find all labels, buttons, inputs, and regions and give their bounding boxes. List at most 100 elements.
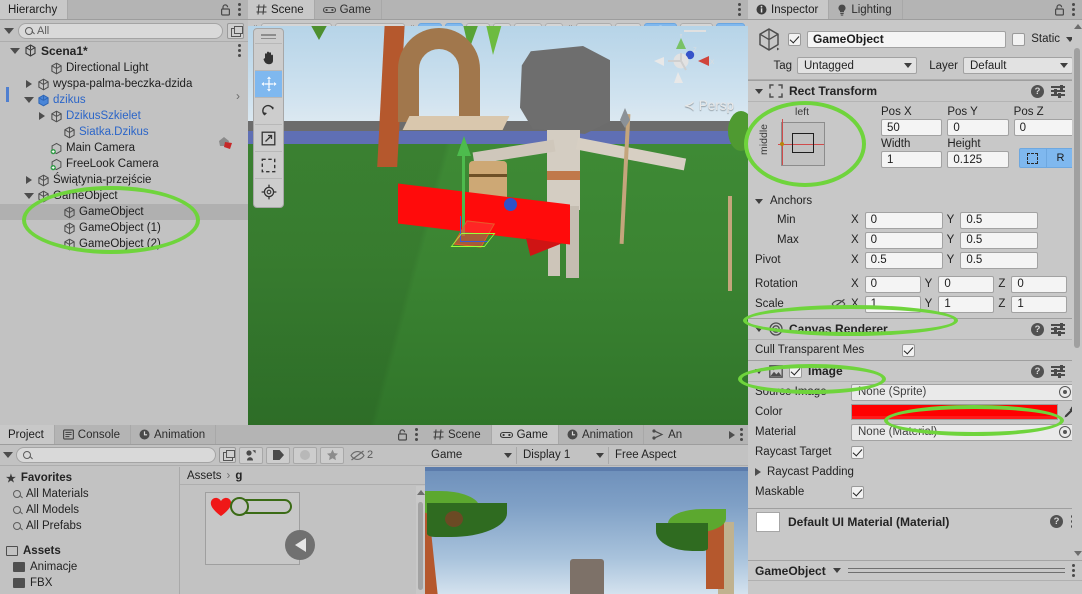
- anchor-preset-widget[interactable]: left middle: [755, 106, 873, 192]
- perspective-label[interactable]: ≺ Persp: [684, 98, 734, 114]
- layer-dropdown[interactable]: Default: [963, 57, 1073, 74]
- scene-orientation-gizmo[interactable]: Y Z X: [648, 34, 718, 96]
- pos-z-field[interactable]: 0: [1013, 119, 1075, 136]
- material-field[interactable]: None (Material): [851, 423, 1075, 441]
- anchor-min-y-field[interactable]: 0.5: [960, 211, 1039, 229]
- raw-edit-button[interactable]: R: [1046, 148, 1075, 168]
- twirl-icon[interactable]: [23, 97, 34, 103]
- image-enabled-checkbox[interactable]: [789, 364, 802, 378]
- scene-viewport[interactable]: Y Z X ≺ Persp: [248, 26, 748, 425]
- constrain-proportions-icon[interactable]: [831, 298, 847, 310]
- game-target-dropdown[interactable]: Game: [425, 446, 517, 464]
- open-window-icon[interactable]: [219, 447, 236, 463]
- rot-y-field[interactable]: 0: [938, 275, 995, 293]
- asset-scroll-thumb[interactable]: [418, 502, 423, 590]
- gameobject-enabled-checkbox[interactable]: [788, 32, 801, 46]
- project-tree-item-all-materials[interactable]: All Materials: [0, 486, 179, 502]
- breadcrumb-assets[interactable]: Assets: [187, 470, 222, 482]
- help-icon[interactable]: ?: [1031, 84, 1044, 98]
- dzikus-expand-chevron-icon[interactable]: ›: [236, 89, 240, 103]
- hierarchy-menu-icon[interactable]: [238, 3, 241, 16]
- cull-transparent-mesh-checkbox[interactable]: [902, 343, 915, 357]
- move-tool[interactable]: [255, 70, 282, 97]
- twirl-icon[interactable]: [23, 80, 34, 88]
- scene-twirl-icon[interactable]: [10, 47, 20, 54]
- rotate-tool[interactable]: [255, 97, 282, 124]
- tab-animation-2[interactable]: Animation: [559, 425, 645, 444]
- preset-icon[interactable]: [1051, 364, 1065, 378]
- help-icon[interactable]: ?: [1050, 515, 1063, 528]
- tab-scene-2[interactable]: Scene: [425, 425, 492, 444]
- tab-inspector[interactable]: Inspector: [748, 0, 830, 19]
- tab-animation[interactable]: Animation: [131, 425, 217, 444]
- pivot-x-field[interactable]: 0.5: [864, 251, 943, 269]
- project-tree-item-all-prefabs[interactable]: All Prefabs: [0, 518, 179, 534]
- favorites-filter-button[interactable]: [320, 446, 344, 464]
- asset-grid-scrollbar[interactable]: [416, 486, 425, 594]
- project-tree-item-animacje[interactable]: Animacje: [0, 559, 179, 575]
- scene-menu-icon[interactable]: [738, 3, 741, 16]
- twirl-icon[interactable]: [23, 176, 34, 184]
- anchor-max-x-field[interactable]: 0: [864, 231, 943, 249]
- hierarchy-item-dzikusszkielet[interactable]: DzikusSzkielet: [0, 108, 248, 124]
- lock-icon[interactable]: [220, 3, 231, 16]
- open-window-icon[interactable]: [227, 22, 244, 39]
- scroll-down-icon[interactable]: [1074, 551, 1082, 556]
- scroll-up-icon[interactable]: [417, 490, 425, 495]
- project-tree-item-favorites[interactable]: ★ Favorites: [0, 470, 179, 486]
- scale-y-field[interactable]: 1: [938, 295, 995, 313]
- tab-project[interactable]: Project: [0, 425, 55, 444]
- pos-y-field[interactable]: 0: [947, 119, 1009, 136]
- twirl-icon[interactable]: [36, 112, 47, 120]
- tab-animator[interactable]: An: [644, 425, 684, 444]
- maskable-checkbox[interactable]: [851, 485, 864, 499]
- hierarchy-item-gameobject[interactable]: GameObject: [0, 188, 248, 204]
- canvas-renderer-header[interactable]: Canvas Renderer ?: [748, 318, 1082, 340]
- gizmo-drag-handle[interactable]: [684, 30, 706, 32]
- hierarchy-item-wi-tynia-przej-cie[interactable]: Świątynia-przejście: [0, 172, 248, 188]
- rot-x-field[interactable]: 0: [864, 275, 921, 293]
- project-search-input[interactable]: [16, 447, 216, 463]
- image-component-header[interactable]: Image ?: [748, 360, 1082, 382]
- tab-console[interactable]: Console: [55, 425, 131, 444]
- object-picker-icon[interactable]: [1059, 386, 1071, 398]
- tab-game[interactable]: Game: [315, 0, 382, 19]
- lock-icon[interactable]: [1054, 3, 1065, 16]
- tab-scene[interactable]: Scene: [248, 0, 315, 19]
- tab-game-2[interactable]: Game: [491, 425, 559, 444]
- scroll-up-icon[interactable]: [1074, 24, 1082, 29]
- object-picker-icon[interactable]: [1059, 426, 1071, 438]
- collapse-icon[interactable]: [755, 368, 763, 374]
- inspector-menu-icon[interactable]: [1072, 3, 1075, 16]
- height-field[interactable]: 0.125: [947, 151, 1009, 168]
- display-dropdown[interactable]: Display 1: [517, 446, 609, 464]
- raycast-padding-twirl-icon[interactable]: [755, 468, 761, 476]
- project-menu-icon[interactable]: [415, 428, 418, 441]
- blueprint-mode-button[interactable]: [1018, 148, 1047, 168]
- inspector-scroll-thumb[interactable]: [1074, 48, 1080, 348]
- hierarchy-item-gameobject-1[interactable]: GameObject (1): [0, 220, 248, 236]
- hierarchy-item-main-camera[interactable]: Main Camera: [0, 140, 248, 156]
- scale-x-field[interactable]: 1: [864, 295, 921, 313]
- create-menu-icon[interactable]: [4, 27, 14, 34]
- help-icon[interactable]: ?: [1031, 364, 1044, 378]
- more-tabs-icon[interactable]: [729, 430, 735, 439]
- tab-hierarchy[interactable]: Hierarchy: [0, 0, 69, 19]
- hierarchy-item-gameobject-2[interactable]: GameObject (2): [0, 236, 248, 252]
- filter-by-type-button[interactable]: [239, 446, 263, 464]
- game-viewport[interactable]: [425, 467, 748, 594]
- width-field[interactable]: 1: [881, 151, 943, 168]
- source-image-field[interactable]: None (Sprite): [851, 383, 1075, 401]
- scene-row-menu-icon[interactable]: [238, 44, 241, 57]
- game-menu-icon[interactable]: [740, 428, 743, 441]
- material-asset-row[interactable]: Default UI Material (Material) ?: [748, 508, 1082, 534]
- rect-tool[interactable]: [255, 151, 282, 178]
- hidden-packages-button[interactable]: 2: [347, 447, 376, 464]
- asset-preview-card[interactable]: [205, 492, 315, 565]
- help-icon[interactable]: ?: [1031, 322, 1044, 336]
- pivot-y-field[interactable]: 0.5: [960, 251, 1039, 269]
- scale-z-field[interactable]: 1: [1011, 295, 1068, 313]
- aspect-dropdown[interactable]: Free Aspect: [609, 447, 748, 464]
- rot-z-field[interactable]: 0: [1011, 275, 1068, 293]
- anchors-twirl-icon[interactable]: [755, 198, 763, 204]
